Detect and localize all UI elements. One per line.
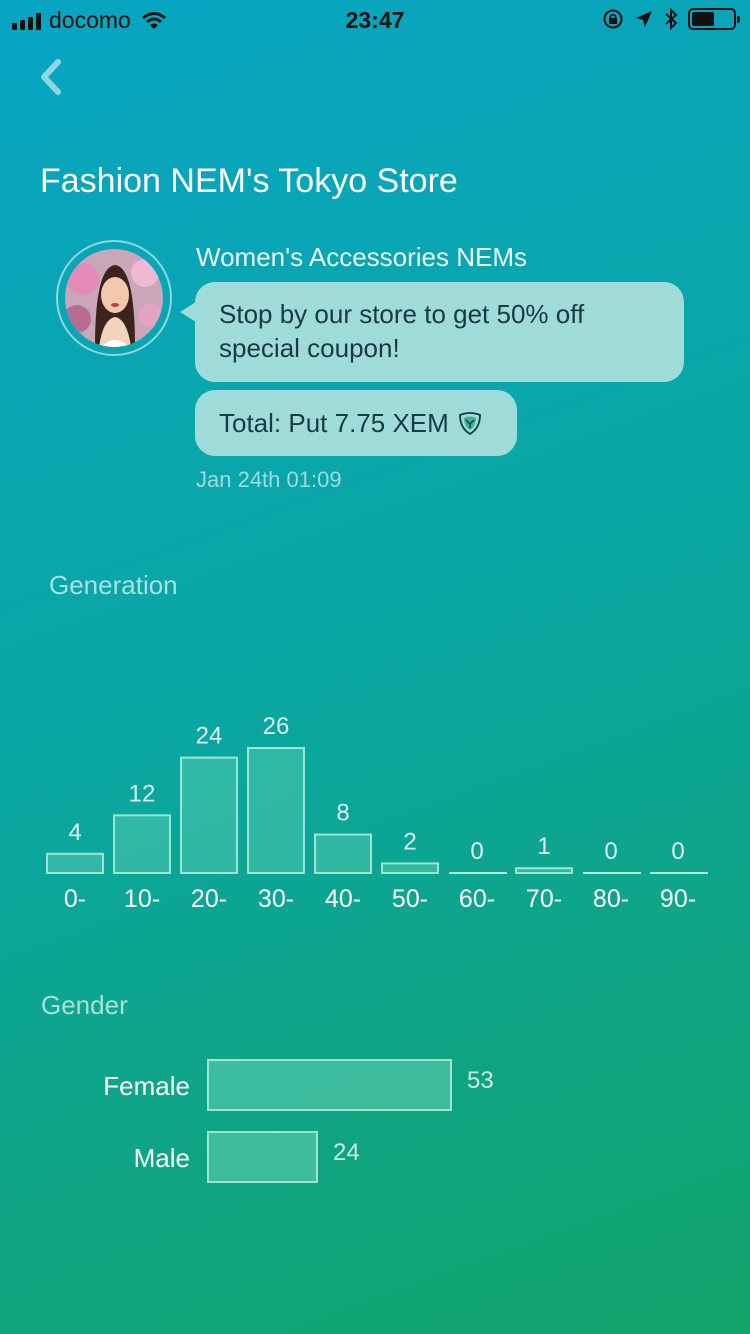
bar-20- [180, 756, 238, 874]
message-bubble[interactable]: Stop by our store to get 50% off special… [195, 282, 684, 382]
category-label-30-: 30- [258, 885, 294, 913]
bar-30- [247, 747, 305, 874]
bar-0- [46, 852, 104, 874]
avatar-photo [65, 249, 163, 347]
gender-row-male: Male 24 [0, 1131, 750, 1183]
category-label-80-: 80- [593, 885, 629, 913]
bar-10- [113, 814, 171, 874]
category-label-60-: 60- [459, 885, 495, 913]
category-label-20-: 20- [191, 885, 227, 913]
value-label-0-: 4 [68, 819, 81, 846]
back-button[interactable] [34, 56, 70, 98]
value-label-90-: 0 [671, 838, 684, 865]
sender-name: Women's Accessories NEMs [196, 242, 528, 272]
gender-row-female: Female 53 [0, 1059, 750, 1111]
bluetooth-icon [665, 8, 678, 30]
value-label-20-: 24 [196, 723, 223, 750]
avatar [65, 249, 163, 347]
total-bubble[interactable]: Total: Put 7.75 XEM [195, 390, 517, 456]
message-text: Stop by our store to get 50% off special… [219, 299, 585, 363]
battery-fill [692, 12, 714, 26]
rotation-lock-icon [603, 9, 623, 29]
location-arrow-icon [636, 11, 652, 27]
value-label-50-: 2 [403, 828, 416, 855]
bar-50- [381, 862, 439, 874]
total-text: Total: Put 7.75 XEM [219, 408, 449, 438]
battery-icon [688, 8, 740, 30]
gender-label: Male [133, 1143, 190, 1173]
gender-label: Female [103, 1071, 190, 1101]
category-label-40-: 40- [325, 885, 361, 913]
xem-coin-icon [458, 412, 481, 436]
avatar-ring[interactable] [56, 240, 172, 356]
gender-bar [207, 1131, 318, 1183]
gender-value: 53 [467, 1067, 494, 1094]
value-label-10-: 12 [129, 780, 156, 807]
page-title: Fashion NEM's Tokyo Store [40, 162, 458, 200]
chevron-left-icon [41, 59, 61, 95]
category-label-0-: 0- [64, 885, 86, 913]
value-label-40-: 8 [336, 800, 349, 827]
gender-title: Gender [41, 990, 128, 1020]
generation-title: Generation [49, 570, 178, 600]
value-label-80-: 0 [604, 838, 617, 865]
gender-value: 24 [333, 1139, 360, 1166]
bar-40- [314, 833, 372, 875]
bar-70- [515, 867, 573, 874]
value-label-60-: 0 [470, 838, 483, 865]
value-label-30-: 26 [263, 713, 290, 740]
category-label-10-: 10- [124, 885, 160, 913]
message-timestamp: Jan 24th 01:09 [196, 467, 342, 492]
category-label-70-: 70- [526, 885, 562, 913]
bubble-tail [180, 302, 196, 322]
value-label-70-: 1 [537, 833, 550, 860]
category-label-50-: 50- [392, 885, 428, 913]
category-label-90-: 90- [660, 885, 696, 913]
status-right [602, 8, 740, 30]
gender-bar [207, 1059, 452, 1111]
generation-chart: 40-1210-2420-2630-840-250-060-170-080-09… [46, 713, 708, 913]
status-bar: docomo 23:47 [0, 0, 750, 40]
